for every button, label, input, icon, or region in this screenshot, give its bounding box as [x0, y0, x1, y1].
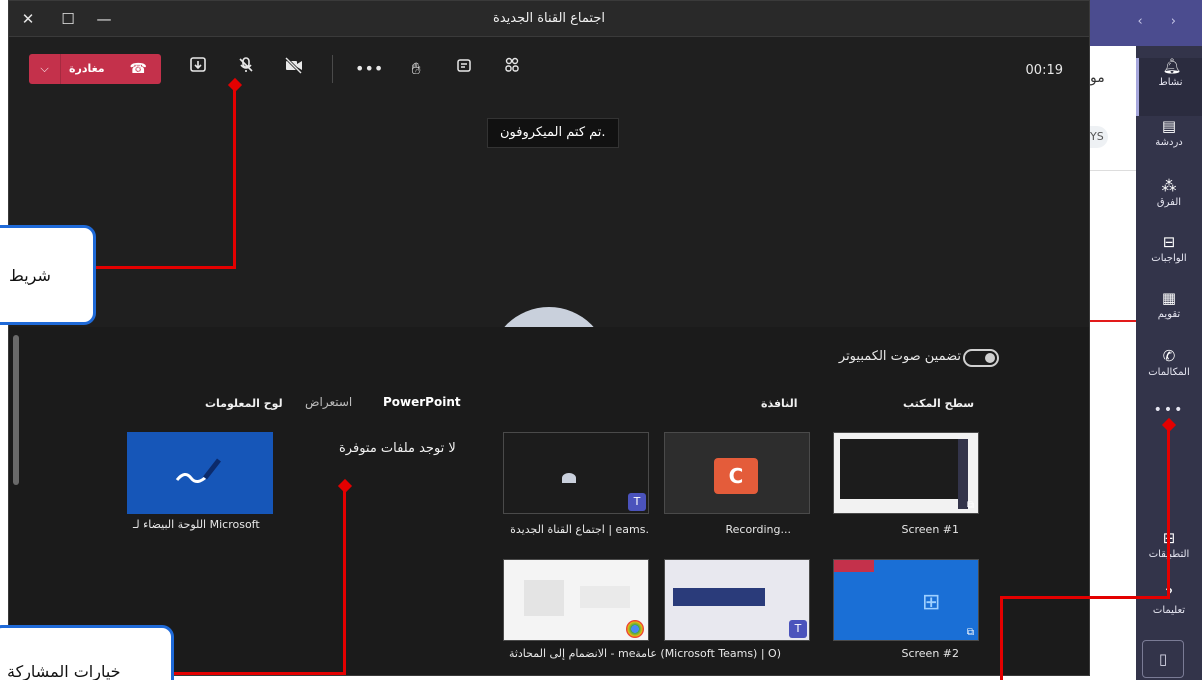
rail-item-calendar[interactable]: ▦ تقويم: [1136, 290, 1202, 348]
teams-peek-text: مو: [1090, 70, 1105, 86]
rail-item-chat[interactable]: ▤ دردشة: [1136, 118, 1202, 176]
raise-hand-icon[interactable]: ✋︎: [403, 56, 429, 82]
thumb-caption: الانضمام إلى المحادثة - me.: [508, 647, 639, 660]
rail-item-label: الفرق: [1156, 197, 1182, 208]
chevron-down-icon[interactable]: ⌵: [29, 54, 61, 84]
meeting-window: ✕ ☐ — اجتماع القناة الجديدة ⌵ مغادرة ☎ •…: [8, 0, 1090, 676]
calendar-icon: ▦: [1161, 289, 1177, 307]
callout-connector: [1167, 426, 1170, 599]
meeting-toolbar: ⌵ مغادرة ☎ ••• ✋︎ 00:19: [9, 37, 1089, 99]
toolbar-divider: [332, 55, 333, 83]
callout-text: خيارات المشاركة: [7, 662, 121, 680]
teams-general-thumbnail[interactable]: T: [664, 559, 810, 641]
share-screen-icon: ⧉: [966, 500, 974, 511]
phone-icon: ✆: [1162, 347, 1176, 365]
rail-item-activity[interactable]: 🔔︎ نشاط: [1136, 58, 1202, 116]
callout-connector: [233, 86, 236, 269]
rail-item-label: الواجبات: [1151, 253, 1187, 264]
callout-connector: [343, 486, 346, 675]
rail-more-button[interactable]: •••: [1136, 402, 1202, 418]
teams-icon: T: [628, 493, 646, 511]
mic-muted-icon[interactable]: [233, 56, 259, 82]
meeting-window-thumbnail[interactable]: T: [503, 432, 649, 514]
windows-icon: ⊞: [922, 590, 941, 615]
join-chat-thumbnail[interactable]: [503, 559, 649, 641]
callout-toolbar: شريط: [0, 225, 96, 325]
scrollbar[interactable]: [13, 335, 19, 485]
thumb-caption: Screen #2: [901, 647, 959, 660]
rail-item-teams[interactable]: ⁂ الفرق: [1136, 178, 1202, 236]
whiteboard-thumbnail[interactable]: [127, 432, 273, 514]
rail-item-label: تعليمات: [1152, 605, 1186, 616]
chat-icon[interactable]: [451, 56, 477, 82]
divider: [1090, 170, 1136, 171]
more-icon[interactable]: •••: [355, 56, 383, 82]
teams-icon: T: [789, 620, 807, 638]
divider: [1090, 320, 1136, 322]
hangup-icon: ☎: [129, 61, 147, 77]
include-audio-toggle[interactable]: [963, 349, 999, 367]
device-icon[interactable]: ▯: [1142, 640, 1184, 678]
no-files-message: لا توجد ملفات متوفرة: [339, 441, 456, 456]
section-desktop: سطح المكتب: [903, 397, 975, 410]
whiteboard-icon: [175, 458, 221, 483]
rail-item-calls[interactable]: ✆ المكالمات: [1136, 348, 1202, 406]
window-title: اجتماع القناة الجديدة: [493, 11, 605, 26]
teams-icon: ⁂: [1161, 177, 1177, 195]
rail-item-assignments[interactable]: ⊟ الواجبات: [1136, 234, 1202, 292]
chat-icon: ▤: [1161, 117, 1177, 135]
section-whiteboard: لوح المعلومات: [205, 397, 283, 410]
thumb-caption: Screen #1: [901, 523, 959, 536]
screen-2-thumbnail[interactable]: ⊞ ⧉: [833, 559, 979, 641]
rail-item-label: تقويم: [1157, 309, 1181, 320]
camera-off-icon[interactable]: [281, 56, 307, 82]
callout-text: شريط: [9, 266, 51, 285]
participants-icon[interactable]: [499, 56, 525, 82]
callout-connector: [1000, 596, 1170, 599]
rail-item-label: دردشة: [1155, 137, 1183, 148]
rail-item-label: المكالمات: [1148, 367, 1190, 378]
chrome-icon: [626, 620, 644, 638]
thumb-caption: اجتماع القناة الجديدة | eams.: [510, 523, 649, 536]
section-window: النافذة: [761, 397, 798, 410]
callout-connector: [1000, 596, 1003, 680]
include-audio-label: تضمين صوت الكمبيوتر: [838, 349, 961, 364]
screen-1-thumbnail[interactable]: ⧉: [833, 432, 979, 514]
recording-window-thumbnail[interactable]: C: [664, 432, 810, 514]
meeting-timer: 00:19: [1025, 63, 1063, 78]
tab-powerpoint[interactable]: PowerPoint: [383, 395, 461, 409]
callout-connector: [174, 672, 346, 675]
tab-browse[interactable]: استعراض: [305, 395, 352, 409]
bell-icon: 🔔︎: [1162, 57, 1182, 75]
callout-connector: [96, 266, 236, 269]
camtasia-icon: C: [714, 458, 758, 494]
share-tray: تضمين صوت الكمبيوتر سطح المكتب النافذة P…: [9, 327, 1089, 675]
nav-arrows[interactable]: ‹ ›: [1137, 14, 1188, 29]
backpack-icon: ⊟: [1162, 233, 1176, 251]
teams-top-bar: ‹ ›: [1090, 0, 1202, 46]
leave-label: مغادرة: [69, 62, 105, 75]
whiteboard-caption: اللوحة البيضاء لـ Microsoft: [133, 518, 260, 531]
callout-sharing: خيارات المشاركة: [0, 625, 174, 680]
mute-toast: تم كتم الميكروفون.: [487, 118, 619, 148]
share-screen-icon: ⧉: [966, 627, 974, 638]
title-bar: ✕ ☐ — اجتماع القناة الجديدة: [9, 1, 1089, 37]
leave-button[interactable]: ⌵ مغادرة ☎: [29, 54, 161, 84]
share-tray-icon[interactable]: [185, 56, 211, 82]
rail-item-label: نشاط: [1158, 77, 1183, 88]
